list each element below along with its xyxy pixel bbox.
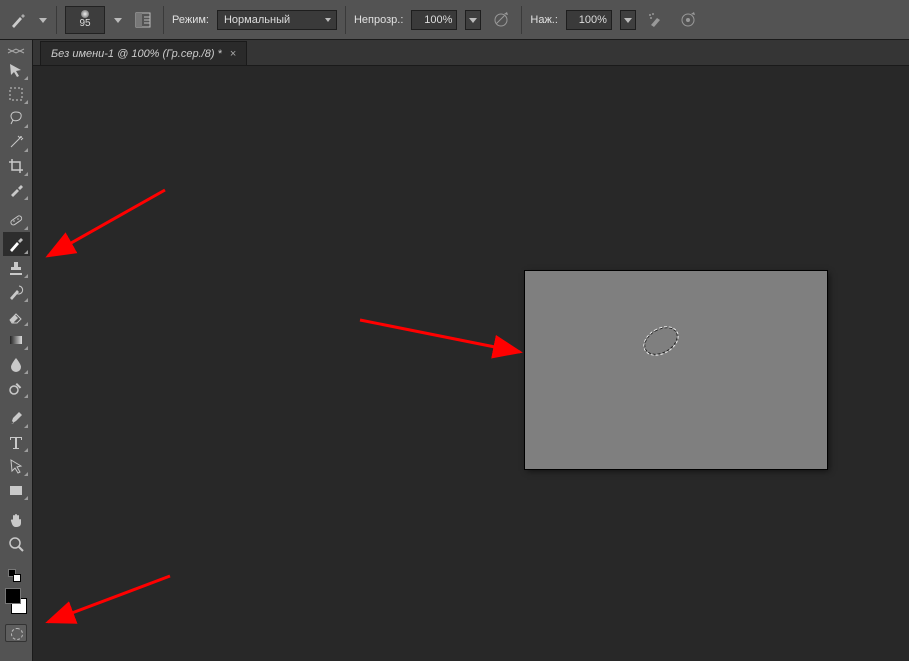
path-select-tool[interactable] bbox=[3, 454, 30, 478]
canvas-area bbox=[33, 66, 909, 661]
document-tab-title: Без имени-1 @ 100% (Гр.сер./8) * bbox=[51, 48, 222, 60]
quick-select-tool[interactable] bbox=[3, 130, 30, 154]
zoom-tool[interactable] bbox=[3, 532, 30, 556]
foreground-swatch[interactable] bbox=[5, 588, 21, 604]
brush-panel-button[interactable] bbox=[131, 8, 155, 32]
dodge-tool[interactable] bbox=[3, 376, 30, 400]
stamp-tool[interactable] bbox=[3, 256, 30, 280]
options-bar: 95 Режим: Нормальный Непрозр.: 100% Наж.… bbox=[0, 0, 909, 40]
blend-mode-value: Нормальный bbox=[224, 14, 290, 26]
flow-label: Наж.: bbox=[530, 14, 558, 26]
pen-tool[interactable] bbox=[3, 406, 30, 430]
tool-preset-chevron-icon[interactable] bbox=[38, 11, 48, 29]
default-colors-icon[interactable] bbox=[5, 568, 27, 582]
selection-marquee bbox=[639, 322, 682, 361]
brush-tool[interactable] bbox=[3, 232, 30, 256]
shape-tool[interactable] bbox=[3, 478, 30, 502]
eraser-tool[interactable] bbox=[3, 304, 30, 328]
airbrush-button[interactable] bbox=[644, 8, 668, 32]
pressure-opacity-button[interactable] bbox=[489, 8, 513, 32]
tab-close-icon[interactable]: × bbox=[230, 48, 236, 60]
tool-preset-picker[interactable] bbox=[6, 8, 30, 32]
document-canvas[interactable] bbox=[525, 271, 827, 469]
opacity-label: Непрозр.: bbox=[354, 14, 403, 26]
toolbar-grip-icon[interactable] bbox=[2, 46, 31, 56]
move-tool[interactable] bbox=[3, 58, 30, 82]
quick-mask-button[interactable] bbox=[5, 624, 27, 642]
eyedropper-tool[interactable] bbox=[3, 178, 30, 202]
history-brush-tool[interactable] bbox=[3, 280, 30, 304]
brush-preset-chevron-icon[interactable] bbox=[113, 11, 123, 29]
document-tab-bar: Без имени-1 @ 100% (Гр.сер./8) * × bbox=[0, 40, 909, 66]
pressure-size-button[interactable] bbox=[676, 8, 700, 32]
document-tab[interactable]: Без имени-1 @ 100% (Гр.сер./8) * × bbox=[40, 41, 247, 65]
flow-flyout-icon[interactable] bbox=[620, 10, 636, 30]
brush-preset-picker[interactable]: 95 bbox=[65, 6, 105, 34]
mode-label: Режим: bbox=[172, 14, 209, 26]
crop-tool[interactable] bbox=[3, 154, 30, 178]
marquee-tool[interactable] bbox=[3, 82, 30, 106]
brush-preview-dot-icon bbox=[81, 10, 89, 18]
heal-tool[interactable] bbox=[3, 208, 30, 232]
tools-panel bbox=[0, 40, 33, 661]
blend-mode-select[interactable]: Нормальный bbox=[217, 10, 337, 30]
flow-input[interactable]: 100% bbox=[566, 10, 612, 30]
color-swatches[interactable] bbox=[2, 586, 30, 616]
brush-size-label: 95 bbox=[79, 18, 90, 29]
lasso-tool[interactable] bbox=[3, 106, 30, 130]
opacity-input[interactable]: 100% bbox=[411, 10, 457, 30]
hand-tool[interactable] bbox=[3, 508, 30, 532]
blur-tool[interactable] bbox=[3, 352, 30, 376]
gradient-tool[interactable] bbox=[3, 328, 30, 352]
opacity-flyout-icon[interactable] bbox=[465, 10, 481, 30]
type-tool[interactable] bbox=[3, 430, 30, 454]
